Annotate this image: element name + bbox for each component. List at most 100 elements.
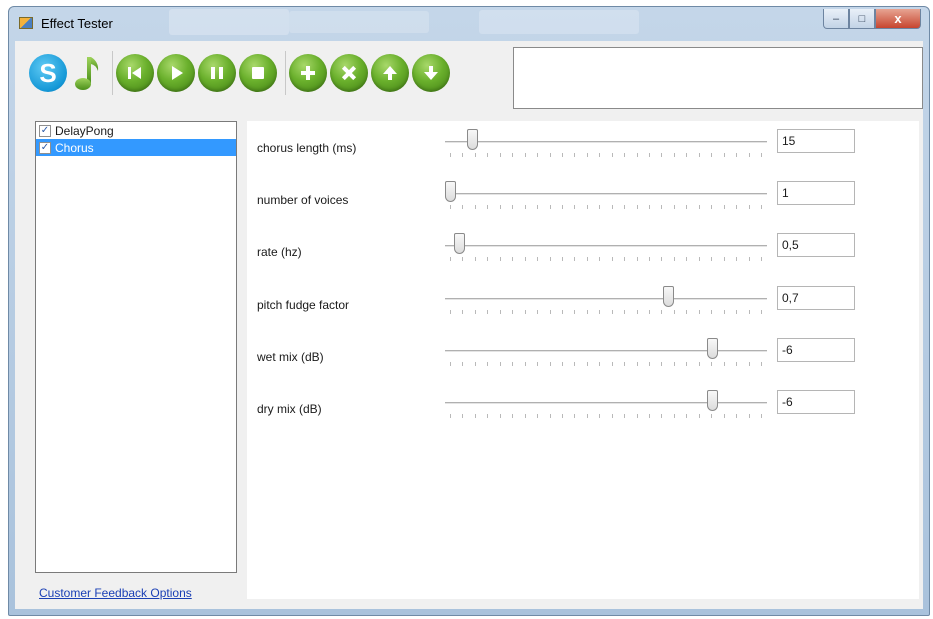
slider-tick <box>474 310 476 314</box>
param-value-input[interactable]: 1 <box>777 181 855 205</box>
slider-tick <box>649 205 650 209</box>
slider-tick <box>499 205 501 209</box>
param-value-input[interactable]: -6 <box>777 338 855 362</box>
toolbar: S <box>15 41 511 105</box>
close-button[interactable]: x <box>875 9 921 29</box>
param-slider[interactable] <box>441 336 771 370</box>
param-slider[interactable] <box>441 284 771 318</box>
slider-tick <box>686 257 688 261</box>
param-slider[interactable] <box>441 388 771 422</box>
client-area: S ✓ DelayPong ✓ Chorus Customer Feedback… <box>15 41 923 609</box>
slider-tick <box>723 362 725 366</box>
window-controls: – □ x <box>823 9 921 29</box>
add-icon <box>301 66 315 80</box>
param-value-input[interactable]: -6 <box>777 390 855 414</box>
move-down-button[interactable] <box>412 54 450 92</box>
param-slider[interactable] <box>441 231 771 265</box>
title-bar[interactable]: Effect Tester – □ x <box>9 7 929 39</box>
slider-tick <box>624 414 626 418</box>
slider-tick <box>549 257 551 261</box>
slider-tick <box>487 310 489 314</box>
customer-feedback-link[interactable]: Customer Feedback Options <box>39 586 192 600</box>
slider-tick <box>698 153 700 157</box>
slider-tick <box>574 414 576 418</box>
slider-thumb[interactable] <box>707 390 719 411</box>
slider-ticks <box>450 414 762 418</box>
slider-tick <box>450 153 451 157</box>
remove-button[interactable] <box>330 54 368 92</box>
stop-button[interactable] <box>239 54 277 92</box>
slider-tick <box>760 362 762 366</box>
param-row: number of voices 1 <box>247 173 919 225</box>
slider-track <box>445 245 767 248</box>
edit-group <box>289 54 453 92</box>
slider-thumb[interactable] <box>663 286 675 307</box>
app-icon <box>19 17 33 29</box>
param-row: pitch fudge factor 0,7 <box>247 278 919 330</box>
param-value-input[interactable]: 0,7 <box>777 286 855 310</box>
maximize-button[interactable]: □ <box>849 9 875 29</box>
skype-button[interactable]: S <box>29 54 67 92</box>
slider-tick <box>748 414 750 418</box>
maximize-icon: □ <box>858 12 866 25</box>
slider-tick <box>462 257 464 261</box>
slider-tick <box>487 257 489 261</box>
add-button[interactable] <box>289 54 327 92</box>
slider-tick <box>512 362 514 366</box>
previous-button[interactable] <box>116 54 154 92</box>
slider-tick <box>537 310 539 314</box>
list-item[interactable]: ✓ DelayPong <box>36 122 236 139</box>
slider-tick <box>649 310 650 314</box>
output-field[interactable] <box>513 47 923 109</box>
slider-tick <box>711 257 713 261</box>
move-up-button[interactable] <box>371 54 409 92</box>
slider-tick <box>586 362 588 366</box>
music-button[interactable] <box>70 54 104 92</box>
effect-checkbox[interactable]: ✓ <box>39 124 51 137</box>
slider-tick <box>512 153 514 157</box>
slider-thumb[interactable] <box>445 181 456 202</box>
slider-thumb[interactable] <box>454 233 466 254</box>
slider-tick <box>624 153 626 157</box>
slider-tick <box>450 205 451 209</box>
param-row: rate (hz) 0,5 <box>247 225 919 277</box>
slider-thumb[interactable] <box>707 338 719 359</box>
slider-tick <box>561 153 563 157</box>
slider-tick <box>698 310 700 314</box>
slider-tick <box>549 205 551 209</box>
effect-checkbox[interactable]: ✓ <box>39 141 51 154</box>
minimize-button[interactable]: – <box>823 9 849 29</box>
slider-tick <box>686 153 688 157</box>
slider-tick <box>586 310 588 314</box>
param-row: wet mix (dB) -6 <box>247 330 919 382</box>
slider-tick <box>561 205 563 209</box>
slider-tick <box>748 362 750 366</box>
slider-tick <box>537 257 539 261</box>
slider-tick <box>611 257 613 261</box>
slider-thumb[interactable] <box>466 129 478 150</box>
slider-tick <box>574 310 576 314</box>
slider-tick <box>760 205 762 209</box>
slider-tick <box>549 414 551 418</box>
slider-tick <box>686 414 688 418</box>
slider-tick <box>736 153 738 157</box>
effects-list[interactable]: ✓ DelayPong ✓ Chorus <box>35 121 237 573</box>
slider-tick <box>599 414 601 418</box>
slider-tick <box>574 153 576 157</box>
slider-tick <box>661 153 663 157</box>
slider-tick <box>537 362 539 366</box>
slider-tick <box>649 153 650 157</box>
pause-button[interactable] <box>198 54 236 92</box>
slider-tick <box>760 414 762 418</box>
window-title: Effect Tester <box>41 16 113 31</box>
param-slider[interactable] <box>441 127 771 161</box>
param-slider[interactable] <box>441 179 771 213</box>
param-value-input[interactable]: 15 <box>777 129 855 153</box>
param-value-input[interactable]: 0,5 <box>777 233 855 257</box>
slider-tick <box>760 153 762 157</box>
slider-tick <box>487 153 489 157</box>
slider-tick <box>512 205 514 209</box>
slider-tick <box>673 205 675 209</box>
list-item[interactable]: ✓ Chorus <box>36 139 236 156</box>
play-button[interactable] <box>157 54 195 92</box>
